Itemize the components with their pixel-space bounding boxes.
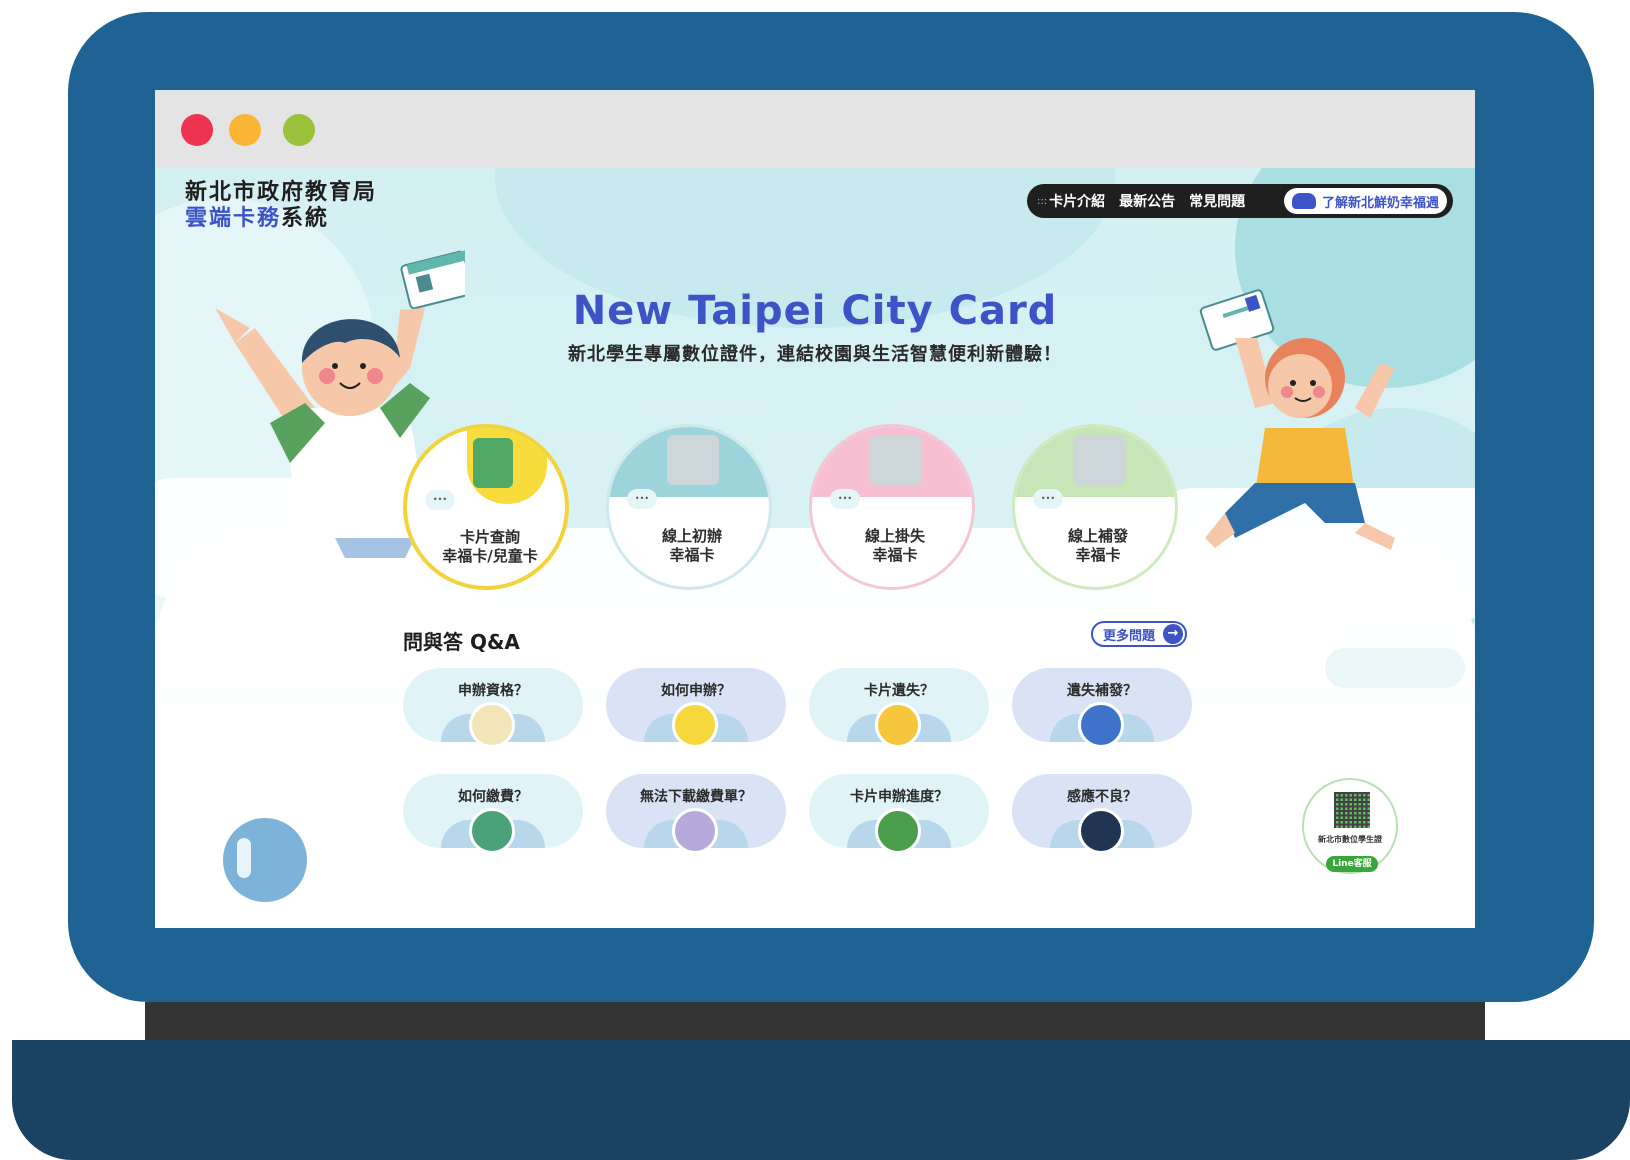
download-blocked-icon (672, 808, 718, 854)
hero-subtitle: 新北學生專屬數位證件，連結校園與生活智慧便利新體驗！ (568, 344, 1062, 365)
line-service-badge[interactable]: 新北市數位學生證 Line客服 (1302, 778, 1398, 874)
service-buttons: ••• 卡片查詢 幸福卡/兒童卡 ••• 線上初辦 幸福卡 ••• 線上掛失 幸… (403, 424, 1223, 604)
service-label-line2: 幸福卡 (669, 546, 715, 564)
more-questions-button[interactable]: 更多問題 → (1091, 621, 1187, 647)
minimize-dot[interactable] (229, 114, 261, 146)
payment-icon (469, 808, 515, 854)
service-label: 線上補發 幸福卡 (1015, 527, 1175, 565)
laptop-base (12, 1040, 1630, 1160)
taipei-city-card-icon (1073, 435, 1125, 485)
speech-bubble-icon: ••• (627, 489, 657, 509)
service-label: 線上掛失 幸福卡 (812, 527, 972, 565)
qr-code-icon (1334, 792, 1370, 828)
service-label-line1: 卡片查詢 (459, 528, 520, 546)
arrow-right-icon: → (1163, 624, 1183, 644)
speech-bubble-icon: ••• (830, 489, 860, 509)
qa-card-lost-card[interactable]: 卡片遺失？ (809, 668, 989, 748)
service-report-lost[interactable]: ••• 線上掛失 幸福卡 (809, 424, 975, 590)
brand-rest-text: 系統 (281, 206, 330, 231)
more-questions-label: 更多問題 (1103, 628, 1156, 644)
service-apply-online[interactable]: ••• 線上初辦 幸福卡 (606, 424, 772, 590)
speech-bubble-icon: ••• (1033, 489, 1063, 509)
qa-section-title: 問與答 Q&A (403, 630, 520, 654)
qa-card-how-to-apply[interactable]: 如何申辦？ (606, 668, 786, 748)
nav-news[interactable]: 最新公告 (1119, 191, 1175, 211)
milk-week-button[interactable]: 了解新北鮮奶幸福週 (1283, 188, 1447, 214)
nav-faq[interactable]: 常見問題 (1189, 191, 1245, 211)
qa-question: 無法下載繳費單？ (640, 789, 752, 805)
brand-accent-text: 雲端卡務 (185, 206, 282, 231)
qa-question: 遺失補發？ (1067, 683, 1137, 699)
qa-card-nfc-issue[interactable]: 感應不良？ (1012, 774, 1192, 854)
line-service-caption: 新北市數位學生證 (1318, 835, 1382, 844)
nav-card-intro[interactable]: 卡片介紹 (1049, 191, 1105, 211)
nfc-error-icon (1078, 808, 1124, 854)
hero-title: New Taipei City Card (572, 288, 1058, 334)
service-label: 卡片查詢 幸福卡/兒童卡 (407, 528, 565, 566)
milk-cow-icon (1291, 193, 1316, 209)
milk-week-label: 了解新北鮮奶幸福週 (1321, 195, 1439, 211)
application-checklist-icon (469, 702, 515, 748)
qa-card-download-bill[interactable]: 無法下載繳費單？ (606, 774, 786, 854)
qa-card-payment[interactable]: 如何繳費？ (403, 774, 583, 854)
qa-card-reissue[interactable]: 遺失補發？ (1012, 668, 1192, 748)
question-form-icon (672, 702, 718, 748)
taipei-city-card-icon (667, 435, 719, 485)
qa-question: 如何繳費？ (458, 789, 528, 805)
close-dot[interactable] (181, 114, 213, 146)
grid-menu-icon: ::: (1037, 195, 1048, 207)
cloud (1325, 648, 1465, 688)
taipei-city-card-icon (870, 435, 922, 485)
site-logo[interactable]: 新北市政府教育局 雲端卡務系統 (185, 180, 377, 232)
card-progress-icon (875, 808, 921, 854)
qa-question: 卡片遺失？ (864, 683, 934, 699)
document-search-icon (473, 438, 513, 488)
reissue-card-icon (1078, 702, 1124, 748)
browser-window: 新北市政府教育局 雲端卡務系統 ::: 卡片介紹 最新公告 常見問題 了解新北鮮… (155, 90, 1475, 928)
brand-line1: 新北市政府教育局 (185, 180, 378, 205)
line-service-button[interactable]: Line客服 (1326, 856, 1378, 872)
qa-question: 感應不良？ (1067, 789, 1137, 805)
qa-question: 申辦資格？ (458, 683, 528, 699)
service-label: 線上初辦 幸福卡 (609, 527, 769, 565)
service-label-line1: 線上初辦 (661, 527, 722, 545)
service-label-line2: 幸福卡 (1075, 546, 1121, 564)
qa-question: 卡片申辦進度？ (850, 789, 948, 805)
browser-titlebar (155, 90, 1475, 168)
brand-line2: 雲端卡務系統 (185, 206, 377, 232)
qa-question: 如何申辦？ (661, 683, 731, 699)
service-reissue[interactable]: ••• 線上補發 幸福卡 (1012, 424, 1178, 590)
service-label-line2: 幸福卡/兒童卡 (442, 547, 538, 565)
service-label-line1: 線上掛失 (864, 527, 925, 545)
service-label-line2: 幸福卡 (872, 546, 918, 564)
qa-card-eligibility[interactable]: 申辦資格？ (403, 668, 583, 748)
lost-card-icon (875, 702, 921, 748)
speech-bubble-icon: ••• (425, 490, 455, 510)
qa-card-progress[interactable]: 卡片申辦進度？ (809, 774, 989, 854)
top-navigation: ::: 卡片介紹 最新公告 常見問題 了解新北鮮奶幸福週 (1027, 184, 1453, 218)
laptop-hinge (145, 1002, 1485, 1040)
bubble-decoration (223, 818, 307, 902)
web-page: 新北市政府教育局 雲端卡務系統 ::: 卡片介紹 最新公告 常見問題 了解新北鮮… (155, 168, 1475, 928)
service-card-query[interactable]: ••• 卡片查詢 幸福卡/兒童卡 (403, 424, 569, 590)
maximize-dot[interactable] (283, 114, 315, 146)
service-label-line1: 線上補發 (1067, 527, 1128, 545)
